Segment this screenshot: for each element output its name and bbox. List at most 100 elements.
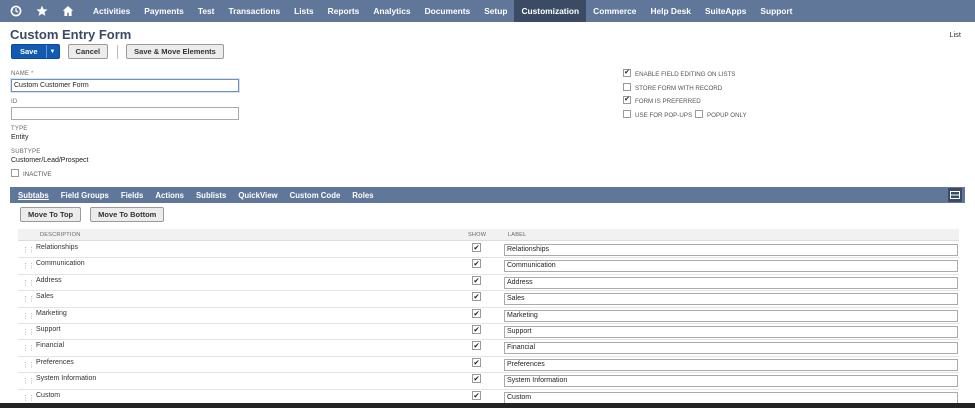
save-move-elements-button[interactable]: Save & Move Elements [126,44,224,59]
nav-item-activities[interactable]: Activities [86,0,137,22]
home-icon[interactable] [58,0,78,22]
name-input[interactable]: Custom Customer Form [11,79,239,92]
label-input[interactable]: Address [504,276,958,289]
popup-only-checkbox[interactable] [695,110,703,118]
label-input[interactable]: System Information [504,375,958,388]
tab-quickview[interactable]: QuickView [238,191,277,200]
nav-item-help-desk[interactable]: Help Desk [643,0,698,22]
drag-handle-icon[interactable]: ⋮⋮ [22,377,35,385]
drag-handle-icon[interactable]: ⋮⋮ [22,344,35,352]
type-value: Entity [11,134,29,141]
label-input[interactable]: Sales [504,293,958,306]
drag-handle-icon[interactable]: ⋮⋮ [22,246,35,254]
table-row: ⋮⋮ Support ✔ Support [18,324,959,341]
page-title: Custom Entry Form [10,27,132,42]
tab-actions[interactable]: Actions [155,191,184,200]
recent-icon[interactable] [6,0,26,22]
nav-item-analytics[interactable]: Analytics [366,0,417,22]
tab-sublists[interactable]: Sublists [196,191,226,200]
use-popups-checkbox[interactable] [623,110,631,118]
drag-handle-icon[interactable]: ⋮⋮ [22,295,35,303]
row-description: Support [36,326,61,333]
tab-subtabs[interactable]: Subtabs [18,191,49,200]
nav-item-test[interactable]: Test [191,0,222,22]
label-input[interactable]: Support [504,326,958,338]
tab-roles[interactable]: Roles [352,191,373,200]
layout-icon[interactable] [948,188,962,202]
row-description: Sales [36,293,54,301]
show-checkbox[interactable]: ✔ [472,374,481,384]
cancel-button[interactable]: Cancel [67,44,109,59]
drag-handle-icon[interactable]: ⋮⋮ [22,312,35,320]
row-description: Financial [36,342,65,350]
row-description: Marketing [36,309,67,317]
nav-item-commerce[interactable]: Commerce [586,0,643,22]
move-to-bottom-button[interactable]: Move To Bottom [90,207,165,222]
nav-item-support[interactable]: Support [753,0,799,22]
nav-item-setup[interactable]: Setup [477,0,514,22]
show-checkbox[interactable]: ✔ [472,390,481,400]
list-link[interactable]: List [949,30,961,39]
column-description: DESCRIPTION [40,232,81,238]
move-to-top-button[interactable]: Move To Top [20,207,82,222]
show-checkbox[interactable]: ✔ [472,325,481,334]
form-preferred-checkbox[interactable]: ✔ [623,96,631,104]
row-description: Preferences [36,358,74,366]
nav-item-documents[interactable]: Documents [418,0,478,22]
label-input[interactable]: Relationships [504,244,958,256]
table-row: ⋮⋮ Communication ✔ Communication [18,258,959,275]
table-row: ⋮⋮ Marketing ✔ Marketing [18,308,959,324]
drag-handle-icon[interactable]: ⋮⋮ [22,394,35,402]
save-button-label[interactable]: Save [12,45,47,58]
subtab-actions: Move To Top Move To Bottom [20,207,173,222]
label-input[interactable]: Marketing [504,309,958,322]
toolbar-divider [117,44,119,59]
tab-field-groups[interactable]: Field Groups [61,191,109,200]
show-checkbox[interactable]: ✔ [472,259,481,269]
column-show: SHOW [468,232,487,238]
subtype-label: SUBTYPE [11,149,41,155]
chevron-down-icon[interactable]: ▼ [47,45,59,58]
action-toolbar: Save ▼ Cancel Save & Move Elements [11,44,224,59]
nav-item-suiteapps[interactable]: SuiteApps [698,0,753,22]
drag-handle-icon[interactable]: ⋮⋮ [22,328,35,336]
drag-handle-icon[interactable]: ⋮⋮ [22,361,35,369]
show-checkbox[interactable]: ✔ [472,275,481,285]
type-label: TYPE [11,126,28,132]
enable-field-editing-checkbox[interactable]: ✔ [623,69,631,77]
row-description: Communication [36,260,85,268]
tab-custom-code[interactable]: Custom Code [290,191,341,200]
tab-fields[interactable]: Fields [121,191,144,200]
star-icon[interactable] [32,0,52,22]
save-button[interactable]: Save ▼ [11,44,60,59]
top-navigation: Activities Payments Test Transactions Lists R… [0,0,975,22]
form-preferred-label: FORM IS PREFERRED [635,98,701,105]
row-description: System Information [36,375,97,383]
name-label: NAME * [11,71,34,77]
inactive-checkbox[interactable] [11,169,19,177]
label-input[interactable]: Communication [504,260,958,273]
label-input[interactable]: Custom [504,391,958,404]
row-description: Address [36,276,62,284]
id-input[interactable] [11,107,239,120]
store-form-label: STORE FORM WITH RECORD [635,85,723,92]
nav-menu: Activities Payments Test Transactions Lists R… [86,0,799,22]
drag-handle-icon[interactable]: ⋮⋮ [22,262,35,270]
label-input[interactable]: Financial [504,342,958,355]
nav-item-payments[interactable]: Payments [137,0,191,22]
drag-handle-icon[interactable]: ⋮⋮ [22,279,35,287]
table-row: ⋮⋮ Relationships ✔ Relationships [18,242,959,259]
nav-item-customization[interactable]: Customization [514,0,587,22]
nav-item-reports[interactable]: Reports [321,0,367,22]
show-checkbox[interactable]: ✔ [472,341,481,351]
table-row: ⋮⋮ Sales ✔ Sales [18,291,959,308]
table-row: ⋮⋮ Preferences ✔ Preferences [18,357,959,374]
show-checkbox[interactable]: ✔ [472,292,481,302]
label-input[interactable]: Preferences [504,358,958,371]
show-checkbox[interactable]: ✔ [472,308,481,318]
nav-item-lists[interactable]: Lists [287,0,321,22]
show-checkbox[interactable]: ✔ [472,243,481,252]
show-checkbox[interactable]: ✔ [472,357,481,367]
store-form-checkbox[interactable] [623,83,631,91]
nav-item-transactions[interactable]: Transactions [221,0,287,22]
